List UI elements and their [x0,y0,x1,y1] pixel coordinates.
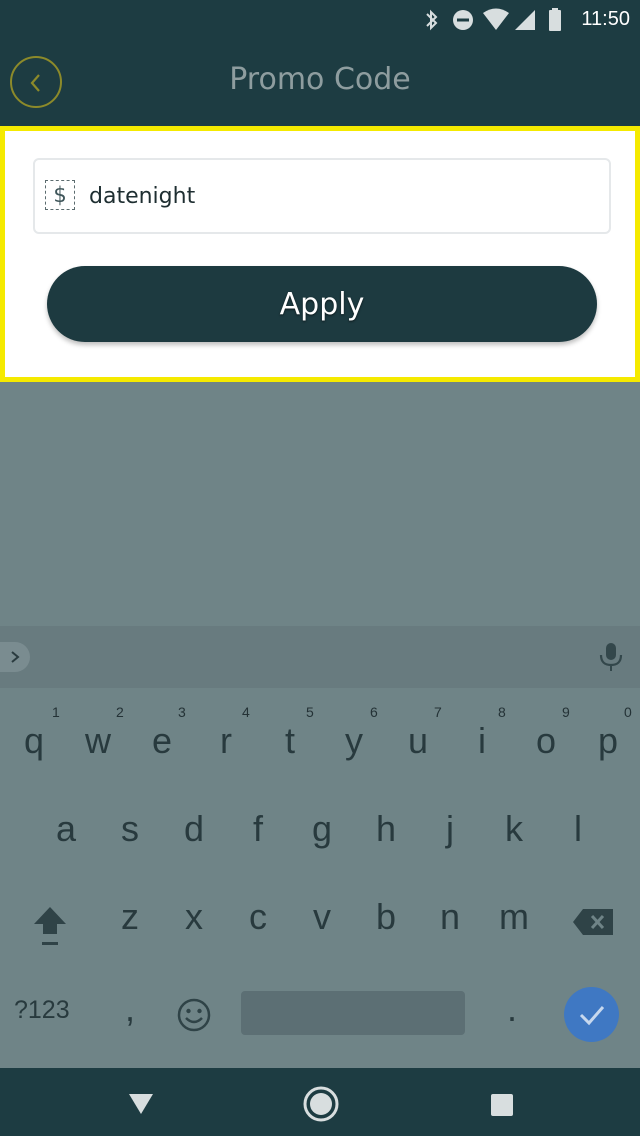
key-v[interactable]: v [292,896,352,938]
key-x[interactable]: x [164,896,224,938]
wifi-icon [483,8,509,30]
key-y[interactable]: y [324,720,384,762]
key-hint: 5 [306,704,314,720]
key-d[interactable]: d [164,808,224,850]
checkmark-icon [579,1006,605,1026]
promo-code-panel: $ Apply [0,126,640,382]
status-bar: 11:50 [0,0,640,40]
key-hint: 9 [562,704,570,720]
key-hint: 7 [434,704,442,720]
key-f[interactable]: f [228,808,288,850]
done-button[interactable] [564,987,619,1042]
key-b[interactable]: b [356,896,416,938]
status-time: 11:50 [581,8,630,30]
do-not-disturb-icon [453,10,473,30]
key-hint: 0 [624,704,632,720]
expand-toolbar-button[interactable] [0,642,30,672]
soft-keyboard: 1 2 3 4 5 6 7 8 9 0 q w e r t y u i o p … [0,688,640,1068]
key-hint: 3 [178,704,186,720]
key-e[interactable]: e [132,720,192,762]
chevron-right-icon [11,651,20,663]
key-w[interactable]: w [68,720,128,762]
keyboard-suggestion-bar [0,626,640,688]
key-hint: 6 [370,704,378,720]
apply-button[interactable]: Apply [47,266,597,342]
dollar-icon: $ [45,180,75,210]
app-header: Promo Code [0,40,640,126]
space-key[interactable] [241,991,465,1035]
key-t[interactable]: t [260,720,320,762]
key-s[interactable]: s [100,808,160,850]
bluetooth-icon [426,9,438,31]
key-z[interactable]: z [100,896,160,938]
period-key[interactable]: . [482,988,542,1030]
key-l[interactable]: l [548,808,608,850]
page-title: Promo Code [229,62,411,97]
recents-square-icon[interactable] [490,1093,514,1117]
key-m[interactable]: m [484,896,544,938]
promo-code-field[interactable]: $ [33,158,611,234]
key-q[interactable]: q [4,720,64,762]
symbols-key[interactable]: ?123 [14,996,90,1025]
key-n[interactable]: n [420,896,480,938]
key-k[interactable]: k [484,808,544,850]
key-u[interactable]: u [388,720,448,762]
battery-icon [549,8,561,31]
key-i[interactable]: i [452,720,512,762]
comma-key[interactable]: , [100,988,160,1030]
system-nav-bar [0,1068,640,1136]
key-h[interactable]: h [356,808,416,850]
key-hint: 8 [498,704,506,720]
promo-code-input[interactable] [89,174,589,218]
microphone-icon[interactable] [598,642,624,672]
signal-icon [515,10,535,30]
key-j[interactable]: j [420,808,480,850]
backspace-icon[interactable] [571,907,615,937]
key-hint: 4 [242,704,250,720]
key-hint: 1 [52,704,60,720]
key-g[interactable]: g [292,808,352,850]
key-r[interactable]: r [196,720,256,762]
emoji-icon[interactable] [177,998,211,1032]
home-circle-icon[interactable] [302,1085,340,1123]
key-o[interactable]: o [516,720,576,762]
shift-icon[interactable] [30,904,70,948]
back-triangle-icon[interactable] [128,1092,154,1116]
key-p[interactable]: p [578,720,638,762]
key-hint: 2 [116,704,124,720]
key-c[interactable]: c [228,896,288,938]
key-a[interactable]: a [36,808,96,850]
